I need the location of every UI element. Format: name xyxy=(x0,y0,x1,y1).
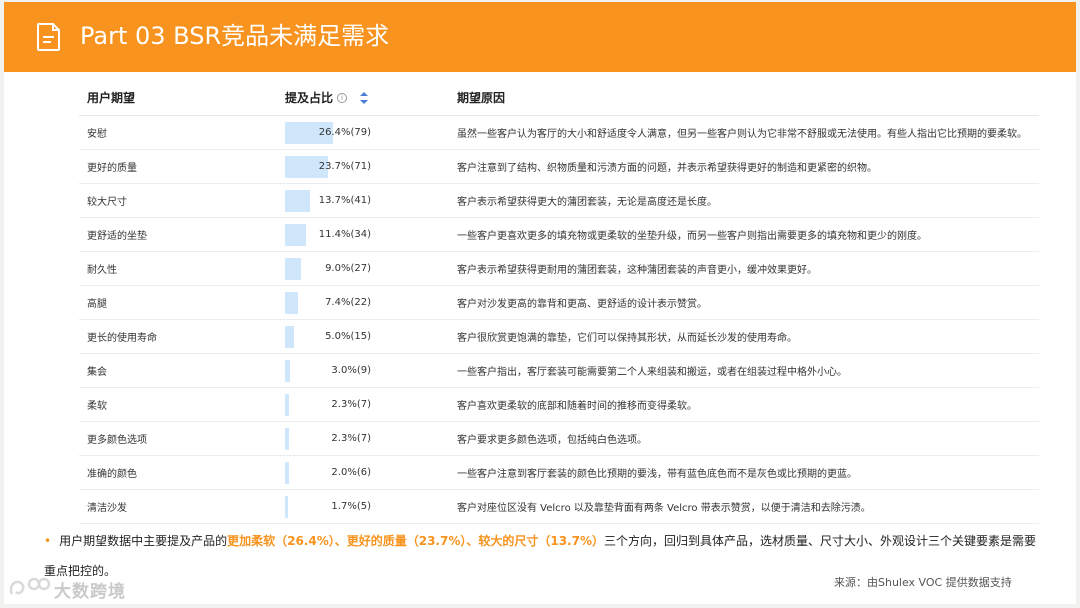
pct-text: 26.4%(79) xyxy=(318,127,371,138)
cell-reason: 客户表示希望获得更大的蒲团套装，无论是高度还是长度。 xyxy=(457,197,717,208)
cell-need: 更长的使用寿命 xyxy=(87,333,157,344)
pct-text: 23.7%(71) xyxy=(318,161,371,172)
pct-bar xyxy=(285,292,299,314)
table-body: 安慰 26.4%(79) 虽然一些客户认为客厅的大小和舒适度令人满意，但另一些客户则… xyxy=(79,116,1039,524)
column-header-pct[interactable]: 提及占比 i xyxy=(279,89,449,106)
cell-reason: 一些客户更喜欢更多的填充物或更柔软的坐垫升级，而另一些客户则指出需要更多的填充物… xyxy=(457,231,927,242)
cell-reason: 客户表示希望获得更耐用的蒲团套装，这种蒲团套装的声音更小，缓冲效果更好。 xyxy=(457,265,817,276)
pct-bar xyxy=(285,326,295,348)
pct-bar xyxy=(285,462,289,484)
cell-need: 柔软 xyxy=(87,401,107,412)
cell-reason: 客户注意到了结构、织物质量和污渍方面的问题，并表示希望获得更好的制造和更紧密的织… xyxy=(457,163,877,174)
cell-reason: 一些客户指出，客厅套装可能需要第二个人来组装和搬运，或者在组装过程中格外小心。 xyxy=(457,367,847,378)
pct-bar xyxy=(285,394,290,416)
column-header-pct-label: 提及占比 xyxy=(285,91,334,105)
table-row[interactable]: 高腿 7.4%(22) 客户对沙发更高的靠背和更高、更舒适的设计表示赞赏。 xyxy=(79,286,1039,320)
cell-need: 准确的颜色 xyxy=(87,469,137,480)
cell-need: 更多颜色选项 xyxy=(87,435,147,446)
cell-pct: 7.4%(22) xyxy=(279,286,449,319)
cell-need: 较大尺寸 xyxy=(87,197,127,208)
cell-need: 耐久性 xyxy=(87,265,117,276)
document-icon xyxy=(37,23,60,51)
pct-text: 11.4%(34) xyxy=(318,229,371,240)
cell-reason: 客户要求更多颜色选项，包括纯白色选项。 xyxy=(457,435,647,446)
cell-reason: 客户对座位区没有 Velcro 以及靠垫背面有两条 Velcro 带表示赞赏，以… xyxy=(457,503,871,514)
cell-pct: 5.0%(15) xyxy=(279,320,449,353)
cell-pct: 23.7%(71) xyxy=(279,150,449,183)
cell-reason: 客户很欣赏更饱满的靠垫，它们可以保持其形状，从而延长沙发的使用寿命。 xyxy=(457,333,797,344)
table-row[interactable]: 安慰 26.4%(79) 虽然一些客户认为客厅的大小和舒适度令人满意，但另一些客户则… xyxy=(79,116,1039,150)
cell-pct: 1.7%(5) xyxy=(279,490,449,523)
info-icon[interactable]: i xyxy=(337,92,348,103)
pct-bar xyxy=(285,428,290,450)
summary-prefix: 用户期望数据中主要提及产品的 xyxy=(59,534,228,548)
table-row[interactable]: 更好的质量 23.7%(71) 客户注意到了结构、织物质量和污渍方面的问题，并表示希… xyxy=(79,150,1039,184)
summary-highlight: 更加柔软（26.4%）、更好的质量（23.7%）、较大的尺寸（13.7%） xyxy=(227,534,604,548)
expectation-table: 用户期望 提及占比 i 期望原因 安慰 26.4%(79) 虽然一些客户认为客厅的大… xyxy=(79,80,1039,524)
source-note: 来源：由Shulex VOC 提供数据支持 xyxy=(834,576,1012,589)
column-header-need: 用户期望 xyxy=(87,91,136,105)
cell-need: 清洁沙发 xyxy=(87,503,127,514)
cell-pct: 9.0%(27) xyxy=(279,252,449,285)
pct-bar xyxy=(285,360,291,382)
pct-text: 3.0%(9) xyxy=(331,365,371,376)
cell-need: 高腿 xyxy=(87,299,107,310)
cell-pct: 3.0%(9) xyxy=(279,354,449,387)
pct-text: 7.4%(22) xyxy=(325,297,371,308)
column-header-reason: 期望原因 xyxy=(457,91,506,105)
page-title: Part 03 BSR竞品未满足需求 xyxy=(80,22,390,50)
pct-text: 5.0%(15) xyxy=(325,331,371,342)
cell-reason: 客户对沙发更高的靠背和更高、更舒适的设计表示赞赏。 xyxy=(457,299,707,310)
pct-text: 2.3%(7) xyxy=(331,433,371,444)
cell-need: 集会 xyxy=(87,367,107,378)
cell-reason: 客户喜欢更柔软的底部和随着时间的推移而变得柔软。 xyxy=(457,401,697,412)
pct-text: 2.3%(7) xyxy=(331,399,371,410)
table-header: 用户期望 提及占比 i 期望原因 xyxy=(79,80,1039,116)
table-row[interactable]: 集会 3.0%(9) 一些客户指出，客厅套装可能需要第二个人来组装和搬运，或者在组装… xyxy=(79,354,1039,388)
header-bar: Part 03 BSR竞品未满足需求 xyxy=(4,2,1076,72)
cell-pct: 2.0%(6) xyxy=(279,456,449,489)
table-row[interactable]: 柔软 2.3%(7) 客户喜欢更柔软的底部和随着时间的推移而变得柔软。 xyxy=(79,388,1039,422)
cell-pct: 26.4%(79) xyxy=(279,116,449,149)
table-row[interactable]: 更舒适的坐垫 11.4%(34) 一些客户更喜欢更多的填充物或更柔软的坐垫升级，而另… xyxy=(79,218,1039,252)
table-row[interactable]: 更长的使用寿命 5.0%(15) 客户很欣赏更饱满的靠垫，它们可以保持其形状，从而延… xyxy=(79,320,1039,354)
pct-bar xyxy=(285,496,289,518)
table-row[interactable]: 更多颜色选项 2.3%(7) 客户要求更多颜色选项，包括纯白色选项。 xyxy=(79,422,1039,456)
pct-bar xyxy=(285,224,306,246)
cell-reason: 虽然一些客户认为客厅的大小和舒适度令人满意，但另一些客户则认为它非常不舒服或无法… xyxy=(457,129,1027,140)
cell-need: 安慰 xyxy=(87,129,107,140)
table-row[interactable]: 准确的颜色 2.0%(6) 一些客户注意到客厅套装的颜色比预期的要浅，带有蓝色底色而… xyxy=(79,456,1039,490)
cell-pct: 2.3%(7) xyxy=(279,422,449,455)
table-row[interactable]: 较大尺寸 13.7%(41) 客户表示希望获得更大的蒲团套装，无论是高度还是长度。 xyxy=(79,184,1039,218)
logo-text: 大数跨境 xyxy=(54,582,126,602)
pct-bar xyxy=(285,258,302,280)
pct-text: 9.0%(27) xyxy=(325,263,371,274)
pct-text: 13.7%(41) xyxy=(318,195,371,206)
table-row[interactable]: 耐久性 9.0%(27) 客户表示希望获得更耐用的蒲团套装，这种蒲团套装的声音更小，… xyxy=(79,252,1039,286)
slide: Part 03 BSR竞品未满足需求 用户期望 提及占比 i 期望原因 安慰 26… xyxy=(4,2,1076,604)
cell-need: 更好的质量 xyxy=(87,163,137,174)
table-row[interactable]: 清洁沙发 1.7%(5) 客户对座位区没有 Velcro 以及靠垫背面有两条 Vel… xyxy=(79,490,1039,524)
cell-pct: 2.3%(7) xyxy=(279,388,449,421)
cell-pct: 11.4%(34) xyxy=(279,218,449,251)
pct-text: 2.0%(6) xyxy=(331,467,371,478)
bullet-icon: • xyxy=(44,534,52,548)
pct-bar xyxy=(285,190,310,212)
cell-reason: 一些客户注意到客厅套装的颜色比预期的要浅，带有蓝色底色而不是灰色或比预期的更蓝。 xyxy=(457,469,857,480)
sort-icon[interactable] xyxy=(359,91,369,105)
cell-need: 更舒适的坐垫 xyxy=(87,231,147,242)
cell-pct: 13.7%(41) xyxy=(279,184,449,217)
pct-text: 1.7%(5) xyxy=(331,501,371,512)
